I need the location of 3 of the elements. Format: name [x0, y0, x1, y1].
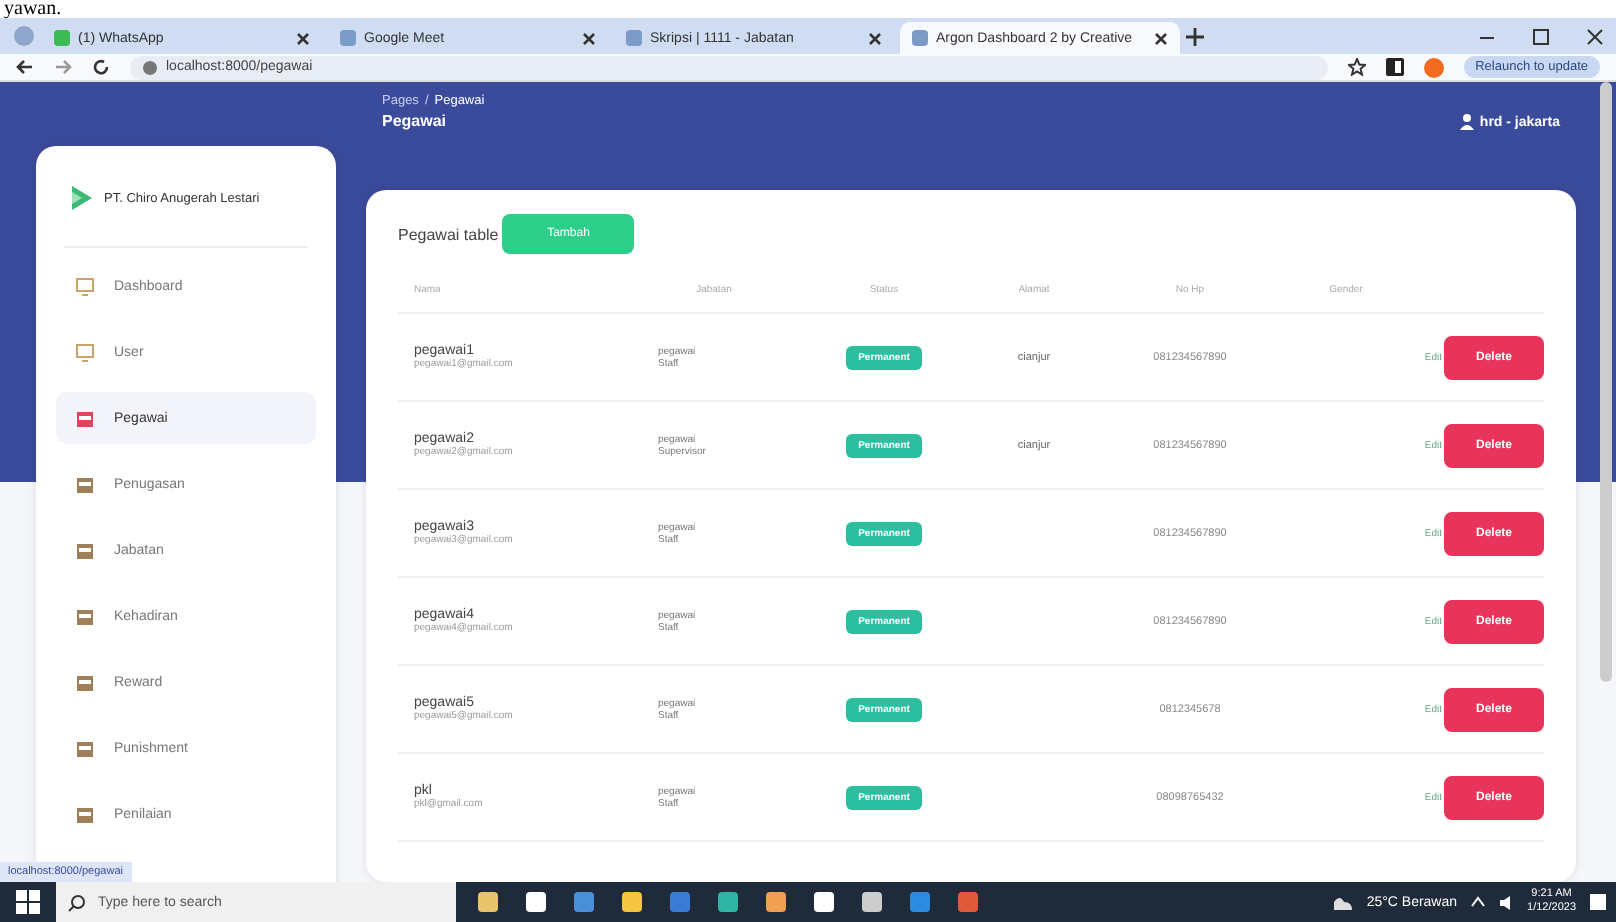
card-title: Pegawai table	[398, 225, 499, 243]
caption-text: yawan.	[4, 0, 62, 18]
page-title: Pegawai	[382, 112, 449, 130]
